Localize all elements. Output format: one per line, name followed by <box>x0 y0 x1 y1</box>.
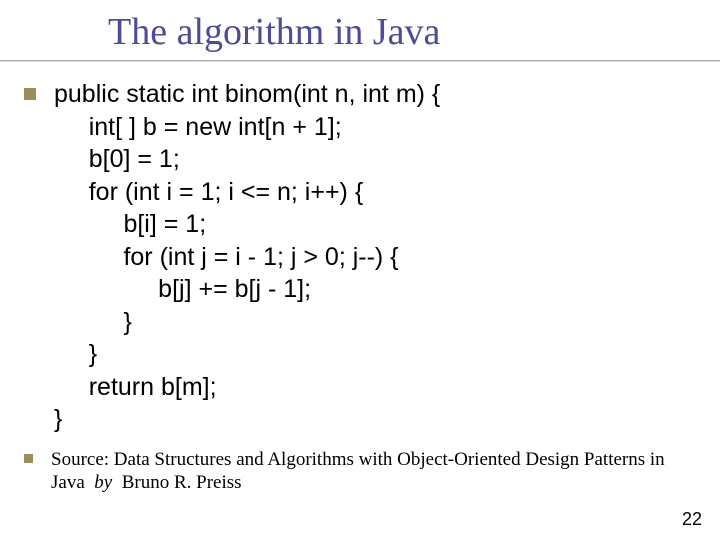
code-line: int[ ] b = new int[n + 1]; <box>54 113 342 141</box>
bullet-item-code: public static int binom(int n, int m) { … <box>24 78 696 436</box>
code-line: b[0] = 1; <box>54 145 180 173</box>
square-bullet-icon <box>24 454 33 463</box>
code-line: for (int i = 1; i <= n; i++) { <box>54 178 363 206</box>
code-line: b[j] += b[j - 1]; <box>54 275 311 303</box>
code-line: return b[m]; <box>54 373 217 401</box>
code-line: for (int j = i - 1; j > 0; j--) { <box>54 243 399 271</box>
code-line: } <box>54 405 62 433</box>
code-line: } <box>54 340 97 368</box>
bullet-item-source: Source: Data Structures and Algorithms w… <box>24 448 696 496</box>
source-citation: Source: Data Structures and Algorithms w… <box>51 448 691 496</box>
title-underline <box>0 60 720 62</box>
code-line: } <box>54 308 132 336</box>
slide-body: public static int binom(int n, int m) { … <box>24 78 696 495</box>
source-author: Bruno R. Preiss <box>122 472 242 493</box>
code-line: b[i] = 1; <box>54 210 206 238</box>
slide-title: The algorithm in Java <box>108 10 440 54</box>
page-number: 22 <box>682 509 702 530</box>
source-by: by <box>94 472 112 493</box>
square-bullet-icon <box>24 88 36 100</box>
code-line: public static int binom(int n, int m) { <box>54 80 440 108</box>
code-block: public static int binom(int n, int m) { … <box>54 78 440 436</box>
